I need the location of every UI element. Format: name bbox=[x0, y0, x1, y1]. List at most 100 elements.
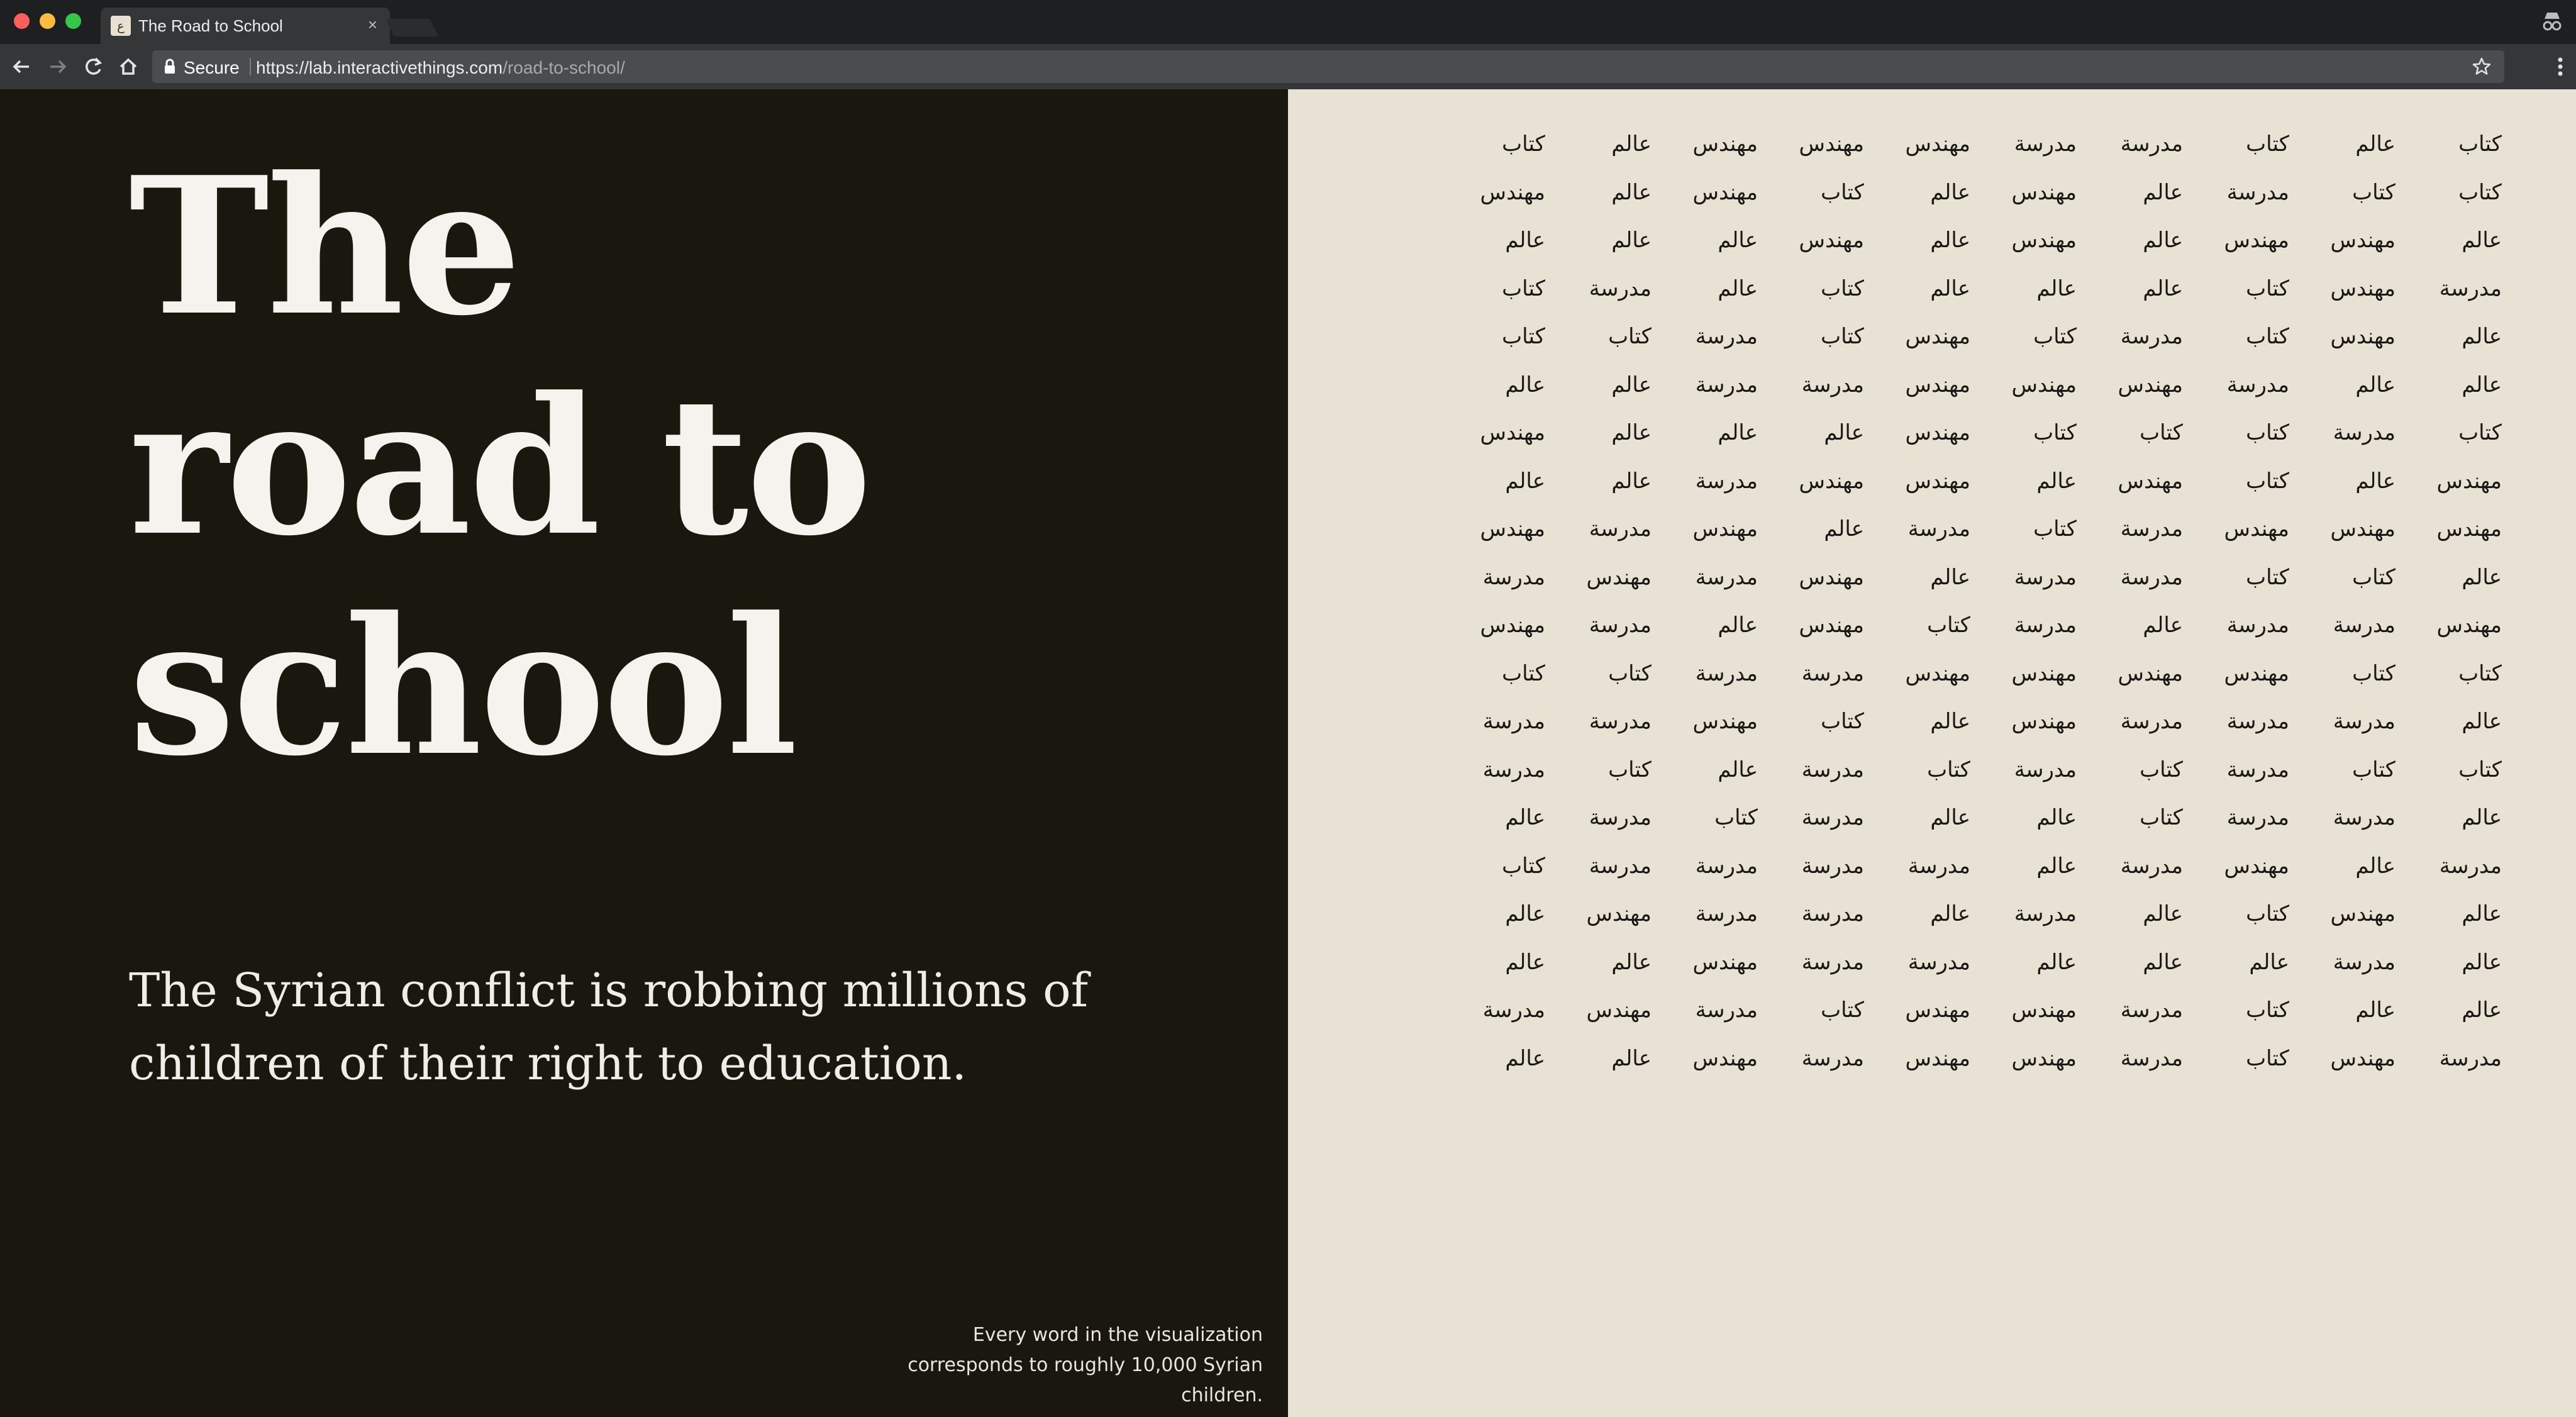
grid-word: كتاب bbox=[1821, 709, 1864, 734]
grid-word: عالم bbox=[2143, 275, 2183, 301]
grid-word: كتاب bbox=[2458, 660, 2502, 686]
grid-word: مدرسة bbox=[1589, 805, 1652, 830]
grid-word: مدرسة bbox=[2014, 901, 2077, 926]
grid-word: كتاب bbox=[1821, 179, 1864, 205]
grid-word: مهندس bbox=[1480, 516, 1546, 542]
grid-word: مدرسة bbox=[2120, 564, 2183, 590]
incognito-profile-icon[interactable] bbox=[2541, 10, 2563, 33]
grid-word: كتاب bbox=[2246, 131, 2289, 157]
grid-word: مدرسة bbox=[1695, 468, 1758, 494]
grid-word: مهندس bbox=[1692, 516, 1758, 542]
grid-word: عالم bbox=[1930, 564, 1970, 590]
grid-word: كتاب bbox=[1608, 660, 1652, 686]
grid-word: مدرسة bbox=[1589, 516, 1652, 542]
bookmark-star-icon[interactable] bbox=[2472, 57, 2492, 77]
grid-word: مدرسة bbox=[1589, 613, 1652, 638]
new-tab-button[interactable] bbox=[386, 19, 438, 36]
grid-word: كتاب bbox=[2458, 757, 2502, 782]
grid-word: مدرسة bbox=[2014, 131, 2077, 157]
grid-word: مدرسة bbox=[1482, 564, 1545, 590]
intro-panel: The road to school The Syrian conflict i… bbox=[0, 89, 1288, 1417]
grid-word: مدرسة bbox=[1695, 997, 1758, 1023]
grid-word: كتاب bbox=[2246, 324, 2289, 349]
grid-word: مهندس bbox=[1692, 1045, 1758, 1071]
minimize-window-button[interactable] bbox=[40, 13, 55, 29]
grid-word: مدرسة bbox=[2333, 805, 2396, 830]
grid-word: عالم bbox=[1611, 420, 1652, 445]
grid-word: عالم bbox=[2143, 179, 2183, 205]
grid-word: عالم bbox=[2143, 228, 2183, 253]
grid-word: عالم bbox=[1611, 1045, 1652, 1071]
grid-word: عالم bbox=[1505, 372, 1545, 397]
grid-word: مهندس bbox=[2436, 468, 2502, 494]
grid-word: مدرسة bbox=[2333, 613, 2396, 638]
reload-icon[interactable] bbox=[80, 54, 106, 79]
grid-word: مهندس bbox=[2118, 468, 2184, 494]
grid-word: مهندس bbox=[2330, 901, 2396, 926]
more-menu-icon[interactable] bbox=[2557, 54, 2563, 79]
grid-word: مدرسة bbox=[1801, 901, 1864, 926]
close-window-button[interactable] bbox=[14, 13, 30, 29]
grid-word: عالم bbox=[2462, 949, 2502, 975]
grid-word: مهندس bbox=[2436, 613, 2502, 638]
grid-word: مهندس bbox=[2011, 228, 2077, 253]
grid-word: عالم bbox=[1718, 275, 1758, 301]
grid-word: مدرسة bbox=[1801, 853, 1864, 879]
url-text[interactable]: https://lab.interactivethings.com/road-t… bbox=[256, 58, 625, 78]
grid-word: عالم bbox=[2462, 805, 2502, 830]
grid-word: كتاب bbox=[2352, 179, 2396, 205]
grid-word: مدرسة bbox=[2014, 613, 2077, 638]
address-bar[interactable]: Secure https://lab.interactivethings.com… bbox=[152, 50, 2504, 83]
tab-close-icon[interactable]: × bbox=[368, 15, 377, 35]
grid-word: كتاب bbox=[1821, 324, 1864, 349]
grid-word: كتاب bbox=[2033, 324, 2077, 349]
grid-word: مدرسة bbox=[2014, 564, 2077, 590]
grid-word: مهندس bbox=[1905, 372, 1971, 397]
grid-word: عالم bbox=[2036, 468, 2077, 494]
grid-word: مهندس bbox=[2330, 516, 2396, 542]
grid-word: كتاب bbox=[1927, 613, 1970, 638]
grid-word: عالم bbox=[2462, 228, 2502, 253]
grid-word: كتاب bbox=[1927, 757, 1970, 782]
grid-word: كتاب bbox=[1714, 805, 1758, 830]
home-icon[interactable] bbox=[116, 54, 141, 79]
grid-word: عالم bbox=[1611, 228, 1652, 253]
grid-word: عالم bbox=[2249, 949, 2289, 975]
title-line: road to bbox=[129, 355, 872, 577]
grid-word: مدرسة bbox=[1695, 660, 1758, 686]
grid-word: مهندس bbox=[1586, 901, 1652, 926]
forward-arrow-icon[interactable] bbox=[45, 54, 70, 79]
grid-word: عالم bbox=[1930, 709, 1970, 734]
title-line: school bbox=[129, 575, 798, 797]
grid-word: كتاب bbox=[1502, 324, 1545, 349]
grid-word: كتاب bbox=[2458, 420, 2502, 445]
grid-word: عالم bbox=[1505, 1045, 1545, 1071]
grid-word: كتاب bbox=[2246, 997, 2289, 1023]
grid-word: مهندس bbox=[1692, 131, 1758, 157]
grid-word: كتاب bbox=[1502, 660, 1545, 686]
grid-word: مهندس bbox=[1692, 949, 1758, 975]
browser-tab[interactable]: ع The Road to School × bbox=[101, 8, 390, 44]
grid-word: عالم bbox=[1505, 805, 1545, 830]
grid-word: عالم bbox=[1824, 516, 1864, 542]
grid-word: مهندس bbox=[2224, 516, 2290, 542]
grid-word: مهندس bbox=[2011, 179, 2077, 205]
grid-word: كتاب bbox=[1502, 131, 1545, 157]
grid-word: عالم bbox=[1930, 228, 1970, 253]
grid-word: عالم bbox=[2036, 949, 2077, 975]
grid-word: كتاب bbox=[2246, 1045, 2289, 1071]
back-arrow-icon[interactable] bbox=[9, 54, 34, 79]
grid-word: مهندس bbox=[1799, 468, 1865, 494]
grid-word: مهندس bbox=[1905, 468, 1971, 494]
grid-word: مهندس bbox=[1905, 660, 1971, 686]
grid-word: عالم bbox=[2355, 468, 2396, 494]
grid-word: كتاب bbox=[1502, 275, 1545, 301]
grid-word: مهندس bbox=[2118, 660, 2184, 686]
maximize-window-button[interactable] bbox=[65, 13, 81, 29]
grid-word: مهندس bbox=[1905, 420, 1971, 445]
grid-word: مدرسة bbox=[1695, 372, 1758, 397]
grid-word: عالم bbox=[2036, 275, 2077, 301]
grid-word: عالم bbox=[1930, 275, 1970, 301]
lock-icon bbox=[165, 58, 175, 74]
grid-word: مدرسة bbox=[2333, 709, 2396, 734]
